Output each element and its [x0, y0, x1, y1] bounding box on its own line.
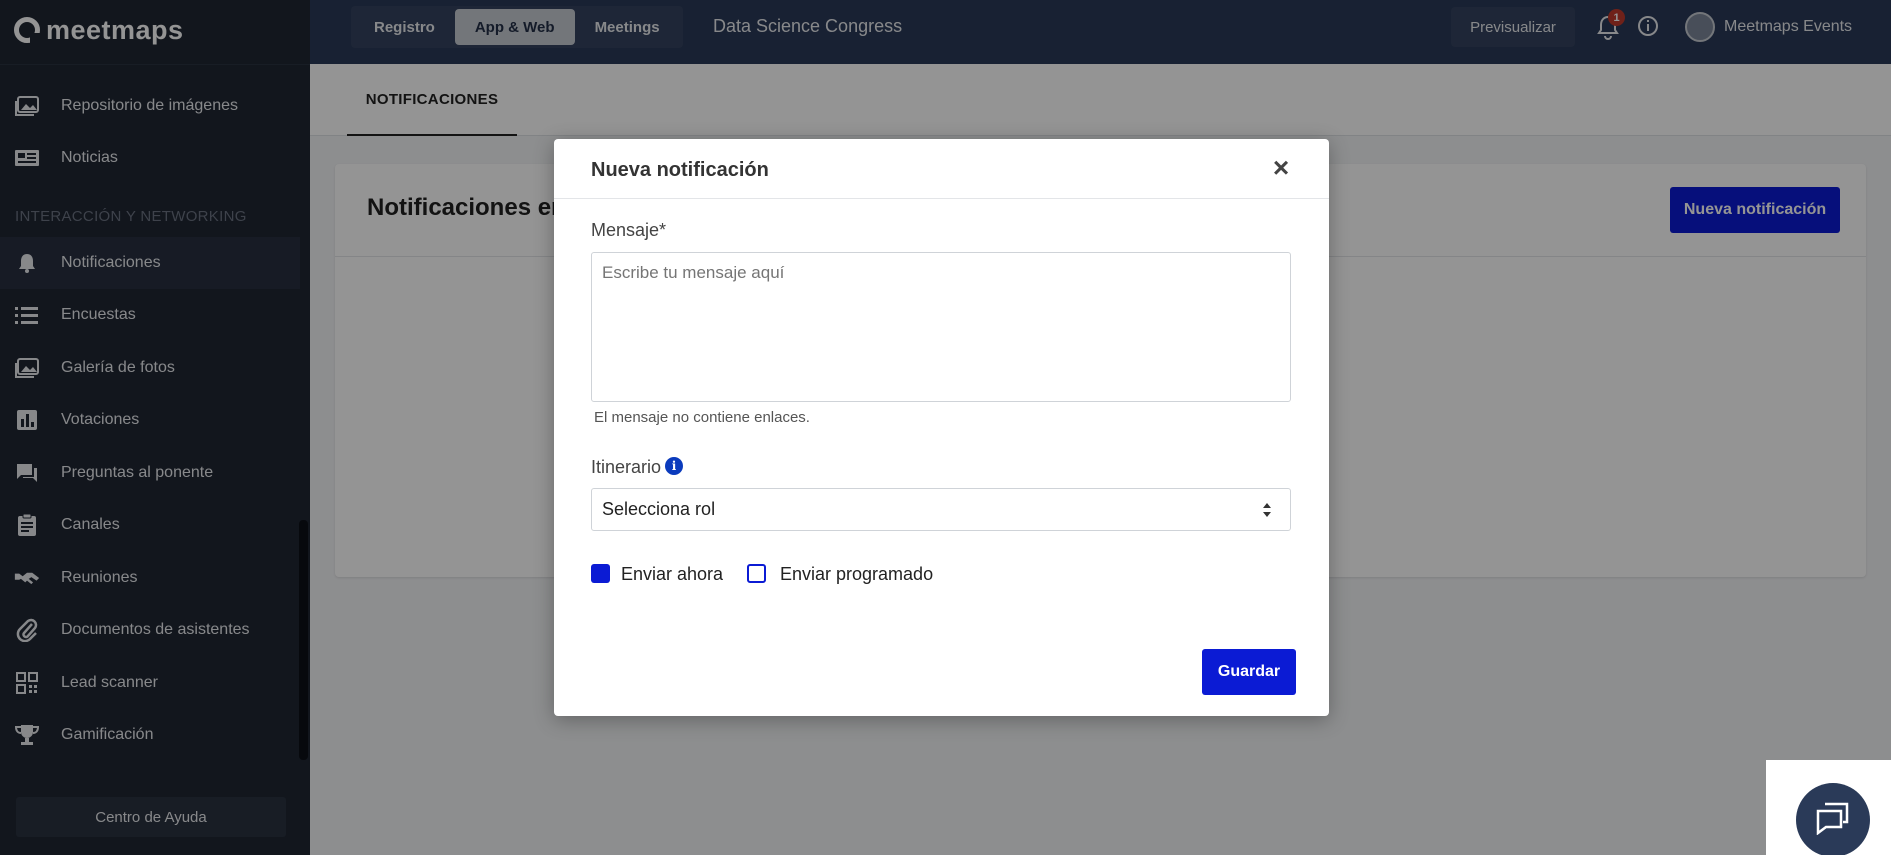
send-now-checkbox[interactable] [591, 564, 610, 583]
itinerary-info-icon[interactable]: i [665, 457, 683, 475]
chat-icon [1815, 801, 1851, 840]
role-select-value: Selecciona rol [602, 499, 716, 519]
itinerary-label: Itinerario [591, 457, 662, 477]
close-icon[interactable]: × [1268, 154, 1294, 182]
save-button[interactable]: Guardar [1202, 649, 1296, 695]
send-scheduled-checkbox[interactable] [747, 564, 766, 583]
role-select[interactable]: Selecciona rol [591, 488, 1291, 531]
message-textarea[interactable] [591, 252, 1291, 402]
chat-launcher-button[interactable] [1796, 783, 1870, 855]
modal-title: Nueva notificación [591, 159, 769, 181]
modal-header: Nueva notificación × [554, 139, 1329, 199]
send-scheduled-label[interactable]: Enviar programado [780, 564, 933, 585]
new-notification-modal: Nueva notificación × Mensaje* El mensaje… [554, 139, 1329, 716]
message-label: Mensaje* [591, 220, 667, 240]
message-hint: El mensaje no contiene enlaces. [594, 409, 810, 426]
send-now-label[interactable]: Enviar ahora [621, 564, 723, 585]
select-arrows-icon [1262, 501, 1272, 519]
